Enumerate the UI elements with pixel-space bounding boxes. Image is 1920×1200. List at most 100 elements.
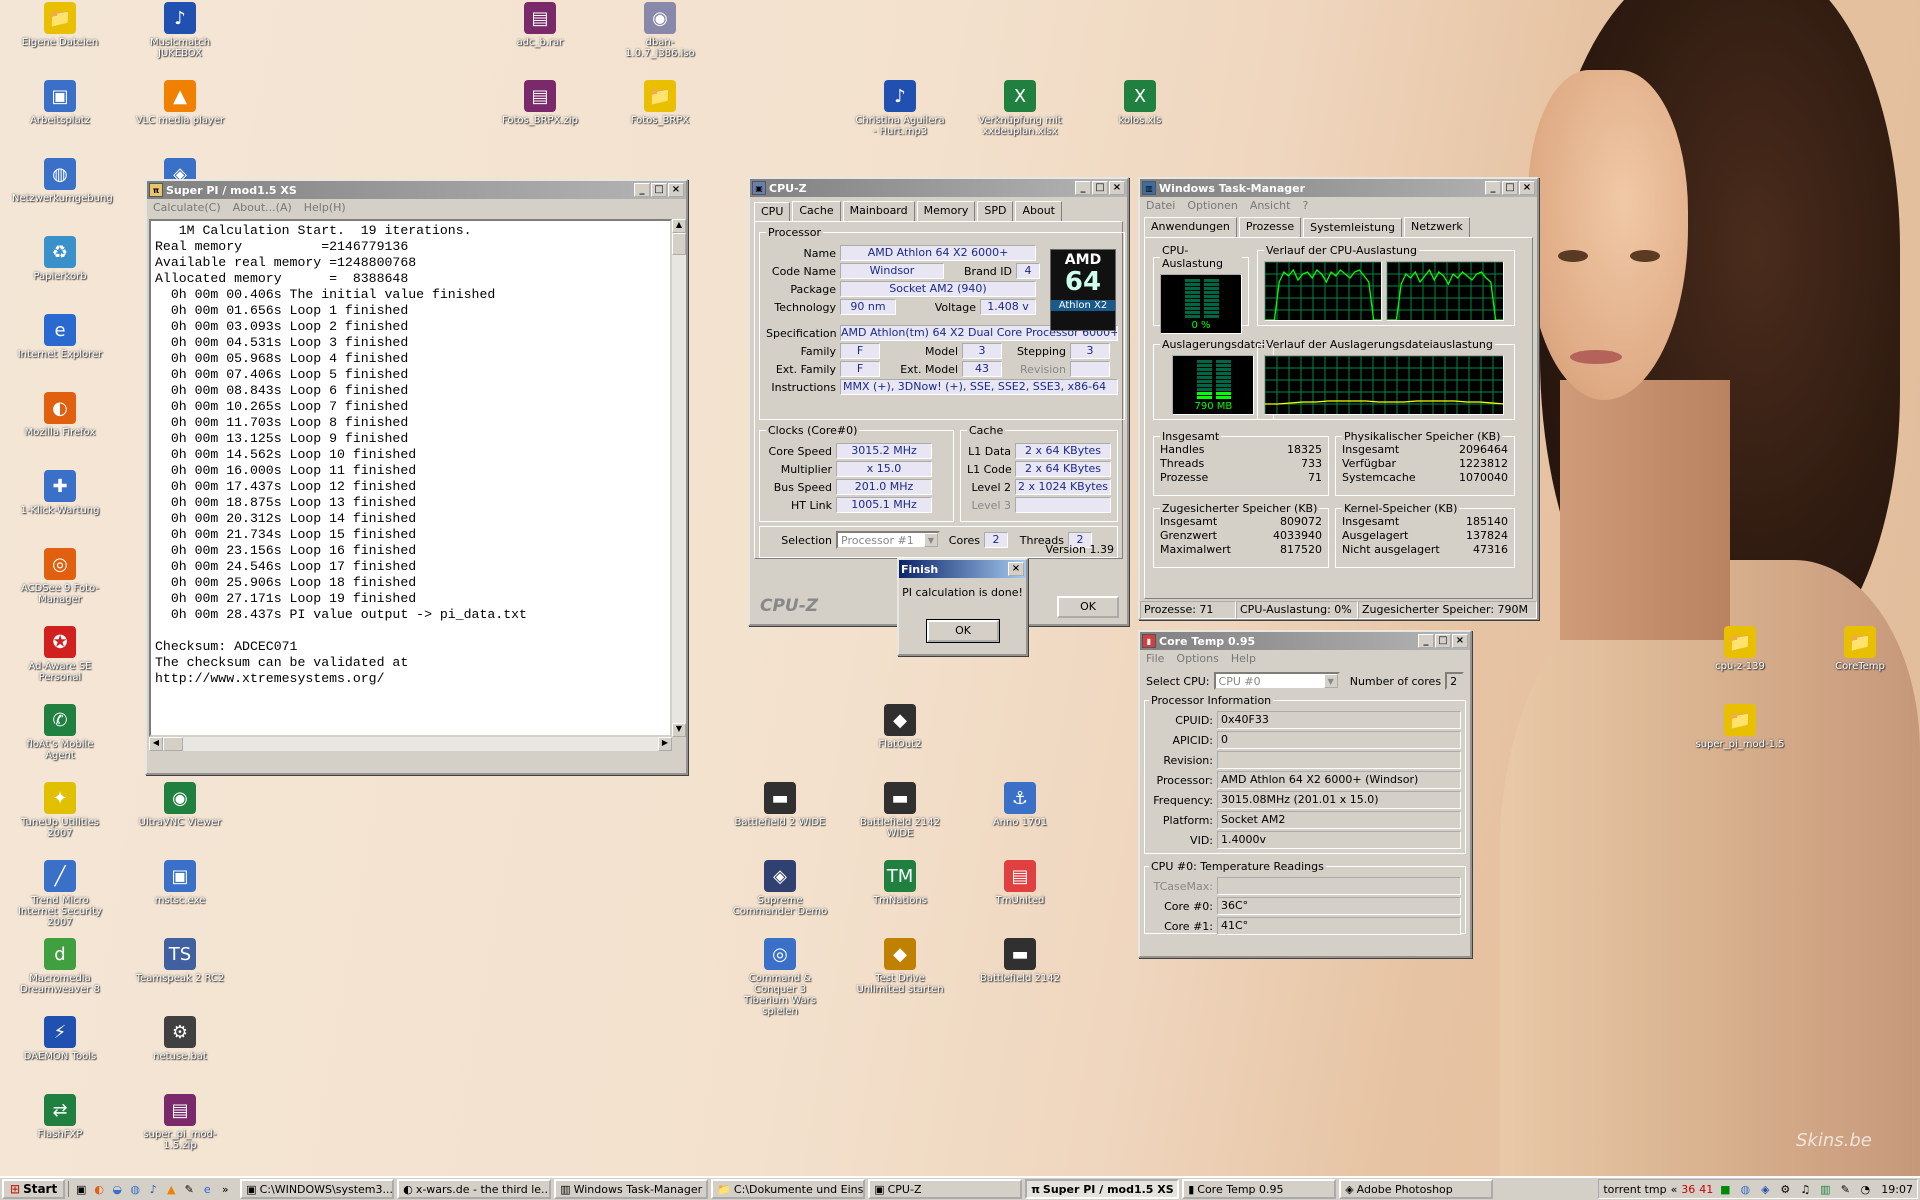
vlc-icon[interactable]: ▲ bbox=[163, 1181, 179, 1197]
desktop-icon[interactable]: ◉ dban-1.0.7_i386.iso bbox=[612, 2, 708, 59]
close-button[interactable]: × bbox=[1452, 634, 1468, 648]
desktop-icon[interactable]: ▬ Battlefield 2142 bbox=[972, 938, 1068, 984]
desktop-icon[interactable]: ⚡ DAEMON Tools bbox=[12, 1016, 108, 1062]
superpi-titlebar[interactable]: π Super PI / mod1.5 XS _ □ × bbox=[147, 181, 686, 199]
desktop-icon[interactable]: ♻ Papierkorb bbox=[12, 236, 108, 282]
firefox-icon[interactable]: ◐ bbox=[91, 1181, 107, 1197]
desktop-icon[interactable]: ♪ Christina Aguilera - Hurt.mp3 bbox=[852, 80, 948, 137]
coretemp-titlebar[interactable]: ▮ Core Temp 0.95 _ □ × bbox=[1140, 632, 1470, 650]
tab-cpu[interactable]: CPU bbox=[754, 202, 791, 222]
desktop-icon[interactable]: ▤ adc_b.rar bbox=[492, 2, 588, 48]
close-button[interactable]: × bbox=[1008, 562, 1024, 576]
desktop-icon[interactable]: 📁 cpu-z-139 bbox=[1692, 626, 1788, 672]
ie-icon[interactable]: e bbox=[199, 1181, 215, 1197]
tab-cache[interactable]: Cache bbox=[792, 201, 841, 221]
minimize-button[interactable]: _ bbox=[1075, 181, 1091, 195]
close-button[interactable]: × bbox=[668, 183, 684, 197]
tray-speaker-icon[interactable]: ◔ bbox=[1857, 1181, 1873, 1197]
tab-memory[interactable]: Memory bbox=[916, 201, 976, 221]
hscroll-thumb[interactable] bbox=[163, 737, 183, 751]
menu-help[interactable]: Help bbox=[1231, 652, 1256, 666]
menu-optionen[interactable]: Optionen bbox=[1187, 199, 1237, 213]
desktop-icon[interactable]: 📁 Fotos_BRPX bbox=[612, 80, 708, 126]
scroll-right-arrow-icon[interactable]: ▶ bbox=[658, 737, 672, 751]
desktop-icon[interactable]: ▬ Battlefield 2 WIDE bbox=[732, 782, 828, 828]
desktop-icon[interactable]: ♪ Musicmatch JUKEBOX bbox=[132, 2, 228, 59]
desktop-icon[interactable]: ✦ TuneUp Utilities 2007 bbox=[12, 782, 108, 839]
maximize-button[interactable]: □ bbox=[1435, 634, 1451, 648]
notepad-icon[interactable]: ✎ bbox=[181, 1181, 197, 1197]
desktop-icon[interactable]: ⚙ netuse.bat bbox=[132, 1016, 228, 1062]
desktop-icon[interactable]: ▣ Arbeitsplatz bbox=[12, 80, 108, 126]
start-button[interactable]: ⊞ Start bbox=[2, 1179, 66, 1199]
minimize-button[interactable]: _ bbox=[1485, 181, 1501, 195]
thunderbird-icon[interactable]: ◒ bbox=[109, 1181, 125, 1197]
desktop-icon[interactable]: X Verknüpfung mit xxdeuplan.xlsx bbox=[972, 80, 1068, 137]
close-button[interactable]: × bbox=[1519, 181, 1535, 195]
desktop-icon[interactable]: ◆ Test Drive Unlimited starten bbox=[852, 938, 948, 995]
desktop-icon[interactable]: ✆ floAt's Mobile Agent bbox=[12, 704, 108, 761]
desktop-icon[interactable]: ◆ FlatOut2 bbox=[852, 704, 948, 750]
desktop-icon[interactable]: ▤ Fotos_BRPX.zip bbox=[492, 80, 588, 126]
taskmgr-titlebar[interactable]: ▥ Windows Task-Manager _ □ × bbox=[1140, 179, 1537, 197]
menu-ansicht[interactable]: Ansicht bbox=[1250, 199, 1291, 213]
tab-anwendungen[interactable]: Anwendungen bbox=[1144, 217, 1237, 237]
desktop-icon[interactable]: 📁 Eigene Dateien bbox=[12, 2, 108, 48]
taskbar-button[interactable]: ◈ Adobe Photoshop bbox=[1339, 1179, 1494, 1199]
minimize-button[interactable]: _ bbox=[634, 183, 650, 197]
taskbar-button[interactable]: ▣ C:\WINDOWS\system3... bbox=[240, 1179, 395, 1199]
tab-about[interactable]: About bbox=[1015, 201, 1062, 221]
musicmatch-icon[interactable]: ♪ bbox=[145, 1181, 161, 1197]
desktop-icon[interactable]: ▤ TmUnited bbox=[972, 860, 1068, 906]
desktop-icon[interactable]: ◐ Mozilla Firefox bbox=[12, 392, 108, 438]
desktop-icon[interactable]: ◈ Supreme Commander Demo bbox=[732, 860, 828, 917]
tray-shield-icon[interactable]: ◈ bbox=[1757, 1181, 1773, 1197]
taskbar-button[interactable]: ▣ CPU-Z bbox=[868, 1179, 1023, 1199]
minimize-button[interactable]: _ bbox=[1418, 634, 1434, 648]
desktop-icon[interactable]: ▤ super_pi_mod-1.5.zip bbox=[132, 1094, 228, 1151]
vertical-scrollbar[interactable]: ▲ ▼ bbox=[672, 219, 686, 737]
finish-titlebar[interactable]: Finish × bbox=[899, 560, 1026, 578]
tray-green-icon[interactable]: ■ bbox=[1717, 1181, 1733, 1197]
desktop-icon[interactable]: d Macromedia Dreamweaver 8 bbox=[12, 938, 108, 995]
superpi-output[interactable]: 1M Calculation Start. 19 iterations. Rea… bbox=[149, 219, 672, 737]
maximize-button[interactable]: □ bbox=[1092, 181, 1108, 195]
tab-netzwerk[interactable]: Netzwerk bbox=[1404, 217, 1470, 237]
network-icon[interactable]: ◍ bbox=[127, 1181, 143, 1197]
desktop-icon[interactable]: 📁 CoreTemp bbox=[1812, 626, 1908, 672]
desktop-icon[interactable]: e Internet Explorer bbox=[12, 314, 108, 360]
desktop-icon[interactable]: ⇄ FlashFXP bbox=[12, 1094, 108, 1140]
tray-network-icon[interactable]: ◍ bbox=[1737, 1181, 1753, 1197]
maximize-button[interactable]: □ bbox=[1502, 181, 1518, 195]
taskbar-button[interactable]: ◐ x-wars.de - the third le... bbox=[397, 1179, 552, 1199]
menu-datei[interactable]: Datei bbox=[1146, 199, 1175, 213]
menu-file[interactable]: File bbox=[1146, 652, 1164, 666]
taskbar-button[interactable]: π Super PI / mod1.5 XS bbox=[1025, 1179, 1180, 1199]
tray-monitor-icon[interactable]: ▥ bbox=[1817, 1181, 1833, 1197]
tray-temp-core0[interactable]: 36 bbox=[1681, 1183, 1695, 1196]
scroll-up-arrow-icon[interactable]: ▲ bbox=[672, 219, 686, 233]
desktop-icon[interactable]: ╱ Trend Micro Internet Security 2007 bbox=[12, 860, 108, 928]
desktop-icon[interactable]: ⚓ Anno 1701 bbox=[972, 782, 1068, 828]
desktop-icon[interactable]: TS Teamspeak 2 RC2 bbox=[132, 938, 228, 984]
desktop-icon[interactable]: ◎ ACDSee 9 Foto-Manager bbox=[12, 548, 108, 605]
desktop-icon[interactable]: ◎ Command & Conquer 3 Tiberium Wars spiel… bbox=[732, 938, 828, 1017]
maximize-button[interactable]: □ bbox=[651, 183, 667, 197]
scroll-thumb[interactable] bbox=[672, 233, 686, 255]
cpuz-titlebar[interactable]: ▣ CPU-Z _ □ × bbox=[750, 179, 1127, 197]
clock[interactable]: 19:07 bbox=[1881, 1183, 1913, 1196]
scroll-left-arrow-icon[interactable]: ◀ bbox=[149, 737, 163, 751]
chevron-left-icon[interactable]: « bbox=[1671, 1183, 1678, 1196]
menu-help[interactable]: Help(H) bbox=[304, 201, 346, 215]
desktop-icon[interactable]: ▲ VLC media player bbox=[132, 80, 228, 126]
taskbar-button[interactable]: 📁 C:\Dokumente und Einst... bbox=[711, 1179, 866, 1199]
desktop-icon[interactable]: ▬ Battlefield 2142 WIDE bbox=[852, 782, 948, 839]
toolbar-label[interactable]: torrent tmp bbox=[1603, 1183, 1666, 1196]
tab-spd[interactable]: SPD bbox=[977, 201, 1014, 221]
cpuz-ok-button[interactable]: OK bbox=[1057, 596, 1119, 618]
menu-help[interactable]: ? bbox=[1302, 199, 1308, 213]
menu-calculate[interactable]: Calculate(C) bbox=[153, 201, 221, 215]
menu-about[interactable]: About...(A) bbox=[233, 201, 292, 215]
tray-edit-icon[interactable]: ✎ bbox=[1837, 1181, 1853, 1197]
scroll-down-arrow-icon[interactable]: ▼ bbox=[672, 723, 686, 737]
